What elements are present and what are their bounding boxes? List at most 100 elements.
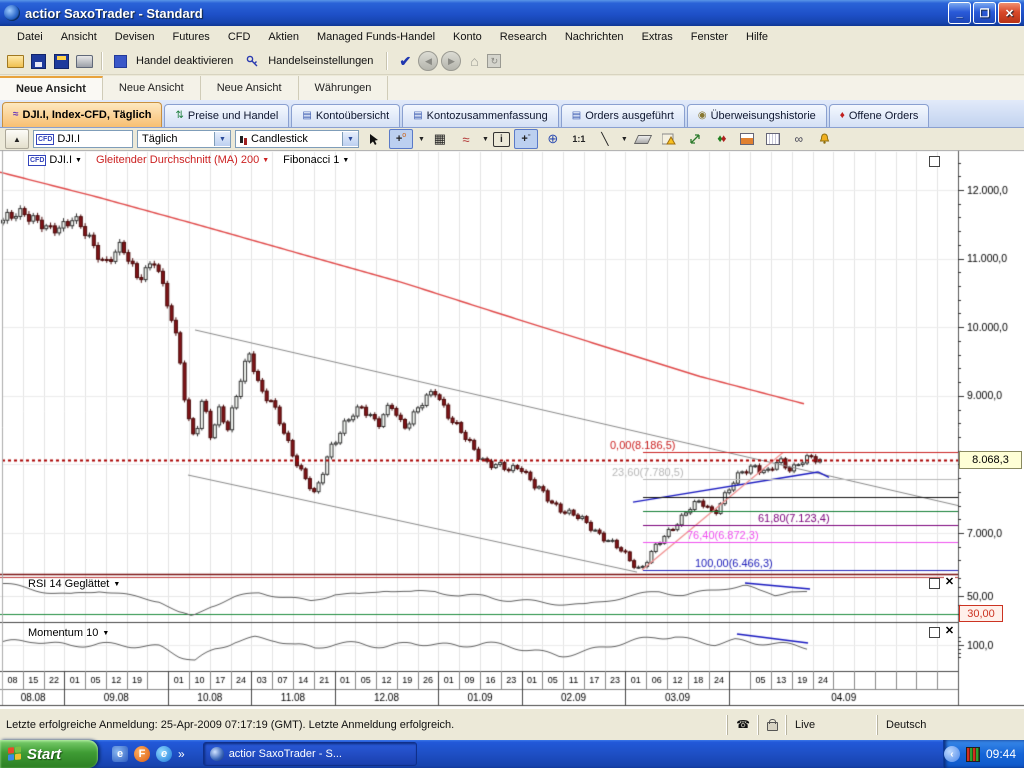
menu-item-nachrichten[interactable]: Nachrichten (556, 28, 633, 46)
quick-launch-icon-2[interactable]: F (134, 746, 150, 762)
legend-fibonacci[interactable]: Fibonacci 1▼ (283, 154, 349, 166)
chevron-down-icon[interactable]: ▼ (418, 136, 425, 143)
menu-item-research[interactable]: Research (491, 28, 556, 46)
menu-item-konto[interactable]: Konto (444, 28, 491, 46)
doc-icon: ▤ (302, 111, 311, 121)
tray-collapse-icon[interactable]: ‹ (944, 746, 960, 762)
menu-item-managed-funds-handel[interactable]: Managed Funds-Handel (308, 28, 444, 46)
trade-settings-button[interactable]: Handelseinstellungen (265, 55, 379, 67)
chevron-down-icon[interactable]: ▼ (102, 630, 109, 637)
doc-icon: ▤ (413, 111, 422, 121)
print-icon[interactable] (74, 51, 94, 71)
menu-item-hilfe[interactable]: Hilfe (737, 28, 777, 46)
restore-button[interactable]: ❐ (973, 2, 996, 24)
chart-canvas[interactable] (0, 150, 1024, 708)
doc-tab-offene-orders[interactable]: ♦Offene Orders (829, 104, 930, 127)
link-icon[interactable]: ∞ (788, 130, 810, 148)
one-to-one-icon[interactable]: 1:1 (568, 130, 590, 148)
home-icon[interactable]: ⌂ (464, 51, 484, 71)
key-icon[interactable] (242, 51, 262, 71)
period-select[interactable]: Täglich▼ (137, 130, 231, 148)
info-tool-icon[interactable]: i (493, 132, 510, 147)
momentum-label[interactable]: Momentum 10▼ (28, 627, 109, 639)
forward-icon[interactable]: ▶ (441, 51, 461, 71)
style-value: Candlestick (251, 133, 308, 145)
minimize-button[interactable]: _ (948, 2, 971, 24)
style-select[interactable]: Candlestick ▼ (235, 130, 359, 148)
chevron-down-icon[interactable]: ▼ (482, 136, 489, 143)
menu-item-cfd[interactable]: CFD (219, 28, 260, 46)
zoom-icon[interactable]: ⊕ (542, 130, 564, 148)
chart-template-icon[interactable] (762, 130, 784, 148)
doc-tab-konto-bersicht[interactable]: ▤Kontoübersicht (291, 104, 400, 127)
chart-alert-icon[interactable] (658, 130, 680, 148)
trendline-tool-icon[interactable]: ╲ (594, 130, 616, 148)
indicator-tool-icon[interactable]: ≈ (455, 130, 477, 148)
annotation-window-icon[interactable]: +▫ (514, 129, 538, 149)
maximize-price-panel-button[interactable] (929, 156, 940, 167)
legend-instrument[interactable]: CFD DJI.I▼ (28, 154, 82, 166)
disable-trading-icon[interactable] (110, 51, 130, 71)
chevron-down-icon[interactable]: ▼ (113, 581, 120, 588)
quick-launch-icon-1[interactable]: e (112, 746, 128, 762)
grid-tool-icon[interactable]: ▦ (429, 130, 451, 148)
menu-item-futures[interactable]: Futures (164, 28, 219, 46)
menu-item-ansicht[interactable]: Ansicht (52, 28, 106, 46)
instrument-input[interactable]: CFD DJI.I (33, 130, 133, 148)
phone-icon: ☎ (727, 715, 758, 735)
save-as-icon[interactable] (51, 51, 71, 71)
rsi-label[interactable]: RSI 14 Geglättet▼ (28, 578, 120, 590)
doc-tab-kontozusammenfassung[interactable]: ▤Kontozusammenfassung (402, 104, 559, 127)
menu-item-datei[interactable]: Datei (8, 28, 52, 46)
quick-launch-icon-3[interactable]: e (156, 746, 172, 762)
refresh-icon[interactable]: ↻ (487, 54, 501, 68)
save-icon[interactable] (28, 51, 48, 71)
eraser-icon[interactable] (632, 130, 654, 148)
toolbar-separator (386, 52, 388, 70)
chevron-down-icon[interactable]: ▼ (342, 157, 349, 164)
workspace-tab-1[interactable]: Neue Ansicht (103, 76, 201, 100)
back-icon[interactable]: ◀ (418, 51, 438, 71)
language-indicator[interactable]: Deutsch (877, 715, 1024, 735)
workspace-tab-2[interactable]: Neue Ansicht (201, 76, 299, 100)
menu-item-fenster[interactable]: Fenster (682, 28, 737, 46)
system-tray: ‹ 09:44 (943, 740, 1024, 768)
taskbar-clock: 09:44 (986, 747, 1016, 761)
workspace-tab-3[interactable]: Währungen (299, 76, 389, 100)
workspace-tab-0[interactable]: Neue Ansicht (0, 76, 103, 100)
maximize-momentum-panel-button[interactable] (929, 627, 940, 638)
start-button[interactable]: Start (0, 740, 98, 768)
maximize-rsi-panel-button[interactable] (929, 578, 940, 589)
doc-tab-orders-ausgef-hrt[interactable]: ▤Orders ausgeführt (561, 104, 685, 127)
doc-tab-preise-und-handel[interactable]: ⇅Preise und Handel (164, 104, 289, 127)
menu-item-aktien[interactable]: Aktien (259, 28, 308, 46)
chevron-more-icon[interactable]: » (178, 747, 185, 761)
collapse-panel-button[interactable]: ▲ (5, 129, 29, 149)
network-activity-icon[interactable] (966, 747, 980, 762)
chevron-down-icon[interactable]: ▼ (262, 157, 269, 164)
chevron-down-icon[interactable]: ▼ (621, 136, 628, 143)
doc-tab-dji-i-index-cfd-t-glich[interactable]: ≈DJI.I, Index-CFD, Täglich (2, 102, 162, 127)
chart-window-icon[interactable] (736, 130, 758, 148)
legend-ma200[interactable]: Gleitender Durchschnitt (MA) 200▼ (96, 154, 269, 166)
chevron-down-icon[interactable]: ▼ (214, 132, 230, 146)
menu-item-devisen[interactable]: Devisen (106, 28, 164, 46)
close-momentum-panel-button[interactable]: ✕ (944, 625, 955, 636)
close-button[interactable]: ✕ (998, 2, 1021, 24)
pointer-tool-icon[interactable] (363, 130, 385, 148)
connection-mode: Live (786, 715, 877, 735)
close-rsi-panel-button[interactable]: ✕ (944, 576, 955, 587)
doc-tab--berweisungshistorie[interactable]: ◉Überweisungshistorie (687, 104, 827, 127)
menu-item-extras[interactable]: Extras (633, 28, 682, 46)
alert-bell-icon[interactable] (814, 130, 836, 148)
crosshair-tool-icon[interactable]: +o (389, 129, 413, 149)
resize-tool-icon[interactable] (684, 130, 706, 148)
confirm-check-icon[interactable]: ✔ (395, 51, 415, 71)
chevron-down-icon[interactable]: ▼ (75, 157, 82, 164)
open-icon[interactable] (5, 51, 25, 71)
task-button-saxotrader[interactable]: actior SaxoTrader - S... (203, 742, 417, 766)
title-bar: actior SaxoTrader - Standard _ ❐ ✕ (0, 0, 1024, 26)
disable-trading-button[interactable]: Handel deaktivieren (133, 55, 239, 67)
chevron-down-icon[interactable]: ▼ (342, 132, 358, 146)
compare-icon[interactable]: ♦♦ (710, 130, 732, 148)
